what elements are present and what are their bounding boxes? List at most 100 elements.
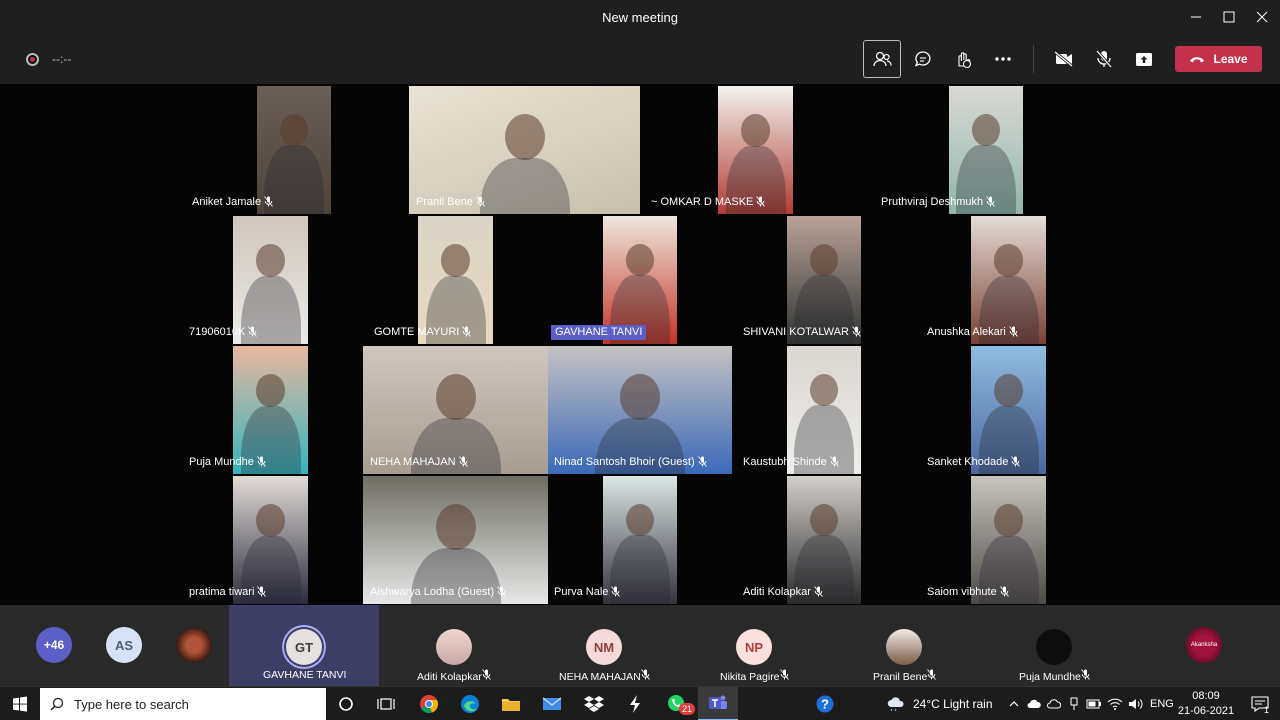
roster-tile[interactable]: NM NEHA MAHAJAN	[529, 605, 679, 686]
participant-name: NEHA MAHAJAN	[370, 456, 456, 468]
taskbar-teams[interactable]	[698, 687, 738, 720]
close-button[interactable]	[1245, 0, 1279, 34]
participant-name: Pruthviraj Deshmukh	[881, 196, 984, 208]
taskbar-chrome[interactable]	[409, 687, 449, 720]
show-hidden-icons-button[interactable]	[1004, 687, 1024, 720]
taskbar-help[interactable]: ?	[805, 687, 845, 720]
roster-avatar: NM	[586, 629, 622, 665]
participant-name-label: Aditi Kolapkar	[740, 585, 826, 600]
participant-name-label: ~ OMKAR D MASKE	[648, 195, 768, 210]
mic-muted-icon	[1011, 456, 1021, 467]
reactions-button[interactable]	[944, 40, 982, 78]
weather-widget[interactable]: 24°C Light rain	[886, 687, 993, 720]
mic-muted-icon	[756, 196, 766, 207]
tray-battery[interactable]	[1084, 687, 1104, 720]
taskbar-mail[interactable]	[532, 687, 572, 720]
edge-icon	[461, 695, 479, 713]
participants-button[interactable]	[863, 40, 901, 78]
cortana-button[interactable]	[326, 687, 366, 720]
mic-muted-icon	[264, 196, 273, 207]
avatar-akanksha[interactable]: Akanksha	[1186, 627, 1222, 663]
participant-name: 71906010K	[189, 326, 246, 338]
wifi-icon	[1107, 698, 1123, 710]
mic-muted-icon	[829, 456, 839, 467]
camera-toggle-button[interactable]	[1045, 40, 1083, 78]
participant-silhouette	[435, 374, 476, 421]
participant-name-label: Aniket Jamale	[189, 195, 276, 210]
dropbox-icon	[584, 696, 604, 712]
participant-body	[479, 158, 570, 214]
roster-name-text: NEHA MAHAJAN	[559, 671, 641, 683]
participant-name-label: Aishwarya Lodha (Guest)	[367, 585, 509, 600]
participant-name-label: GAVHANE TANVI	[551, 325, 647, 340]
mic-toggle-button[interactable]	[1085, 40, 1123, 78]
mic-muted-icon	[462, 326, 472, 337]
avatar-photo[interactable]	[176, 627, 212, 663]
participant-name: Purva Nale	[554, 586, 609, 598]
folder-icon	[502, 699, 520, 711]
tray-onedrive[interactable]	[1024, 687, 1044, 720]
mic-muted-icon	[481, 669, 491, 680]
roster-tile[interactable]: GT GAVHANE TANVI	[229, 605, 379, 686]
window-title: New meeting	[602, 10, 678, 25]
mic-muted-icon	[497, 586, 506, 597]
task-view-button[interactable]	[366, 687, 406, 720]
participant-silhouette	[441, 244, 470, 277]
avatar-initials[interactable]: AS	[106, 627, 142, 663]
raise-hand-icon	[958, 52, 971, 68]
more-participants-button[interactable]: +46	[36, 627, 72, 663]
participant-name-label: SHIVANI KOTALWAR	[740, 325, 864, 340]
roster-tile[interactable]: NP Nikita Pagire	[679, 605, 829, 686]
roster-tile[interactable]: Aditi Kolapkar	[379, 605, 529, 686]
language-indicator[interactable]: ENG	[1150, 687, 1174, 720]
taskbar-edge[interactable]	[450, 687, 490, 720]
participant-name: pratima tiwari	[189, 586, 255, 598]
participant-silhouette	[741, 114, 770, 147]
tray-volume[interactable]	[1126, 687, 1146, 720]
participant-silhouette	[435, 504, 476, 551]
tray-usb[interactable]	[1064, 687, 1084, 720]
whatsapp-badge: 21	[679, 703, 696, 715]
svg-text:?: ?	[821, 697, 829, 712]
search-placeholder: Type here to search	[74, 696, 189, 712]
roster-name: Pranil Bene	[873, 669, 937, 683]
chat-button[interactable]	[904, 40, 942, 78]
roster-tile[interactable]: Pranil Bene	[829, 605, 979, 686]
roster-tile[interactable]: Puja Mundhe	[979, 605, 1129, 686]
taskbar-dropbox[interactable]	[574, 687, 614, 720]
tray-wifi[interactable]	[1104, 687, 1126, 720]
roster-name: GAVHANE TANVI	[263, 669, 346, 681]
share-content-button[interactable]	[1125, 40, 1163, 78]
taskbar-search[interactable]: Type here to search	[40, 688, 326, 720]
action-center-button[interactable]: 1	[1240, 687, 1280, 720]
roster-avatar: GT	[286, 629, 322, 665]
participant-name-label: NEHA MAHAJAN	[367, 455, 471, 470]
roster-name: Aditi Kolapkar	[417, 669, 491, 683]
roster-name-text: Puja Mundhe	[1019, 671, 1081, 683]
leave-button[interactable]: Leave	[1175, 46, 1262, 72]
minimize-button[interactable]	[1179, 0, 1213, 34]
taskbar-winamp[interactable]	[615, 687, 655, 720]
maximize-button[interactable]	[1212, 0, 1246, 34]
taskbar-whatsapp[interactable]: 21	[657, 687, 697, 720]
mic-muted-icon	[779, 669, 789, 680]
mic-muted-icon	[1081, 669, 1090, 680]
participant-name: Pranil Bene	[416, 196, 473, 208]
onedrive-icon	[1027, 699, 1041, 708]
clock[interactable]: 08:09 21-06-2021	[1176, 689, 1236, 719]
participant-silhouette	[256, 504, 285, 537]
participant-name-label: pratima tiwari	[186, 585, 269, 600]
notification-count: 1	[1264, 705, 1270, 715]
participant-name: Saiom vibhute	[927, 586, 997, 598]
participant-silhouette	[625, 244, 655, 277]
participant-name-label: Anushka Alekari	[924, 325, 1021, 340]
participant-name-label: Saiom vibhute	[924, 585, 1012, 600]
tray-cloud[interactable]	[1044, 687, 1064, 720]
taskbar-file-explorer[interactable]	[491, 687, 531, 720]
recording-indicator-icon	[26, 53, 39, 66]
weather-text: 24°C Light rain	[913, 697, 993, 711]
roster-name: Puja Mundhe	[1019, 669, 1090, 683]
start-button[interactable]	[0, 687, 40, 720]
more-actions-button[interactable]	[984, 40, 1022, 78]
mail-icon	[542, 697, 562, 710]
